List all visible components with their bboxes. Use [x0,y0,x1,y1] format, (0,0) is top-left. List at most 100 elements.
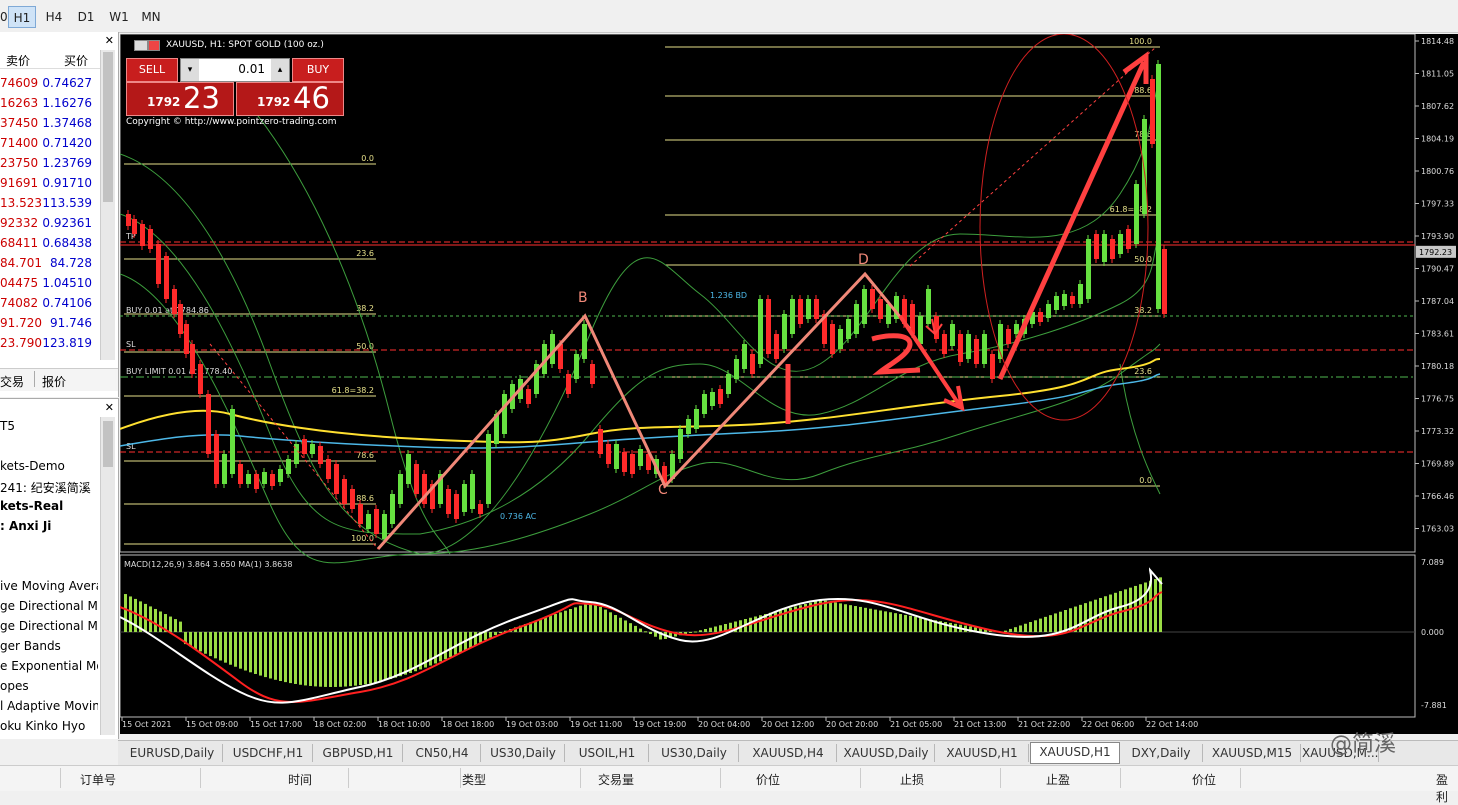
fib-level-label: 23.6 [356,249,374,258]
chart-tab[interactable]: US30,Daily [650,744,739,762]
macd-histogram-bar [124,594,127,632]
symbol-row[interactable]: 16263 1.16276 [0,96,100,116]
lot-size-value[interactable]: 0.01 [203,62,265,76]
symbol-row[interactable]: 13.523 113.539 [0,196,100,216]
navigator-item[interactable]: kets-Demo [0,459,98,473]
macd-histogram-bar [299,632,302,685]
navigator-item[interactable]: e Exponential Mo [0,659,98,673]
chevron-down-icon[interactable]: ▾ [181,59,199,81]
tab-trading[interactable]: 交易 [0,373,24,390]
symbol-row[interactable]: 23750 1.23769 [0,156,100,176]
chart-tab[interactable]: CN50,H4 [404,744,481,762]
candle-body [1054,296,1059,310]
sell-button[interactable]: SELL [126,58,178,82]
macd-histogram-bar [359,632,362,686]
navigator-scrollbar[interactable] [100,417,115,735]
navigator-item[interactable]: T5 [0,419,98,433]
chart-tab[interactable]: XAUUSD,M15 [1204,744,1301,762]
market-watch-scrollbar[interactable] [100,50,115,360]
symbol-row[interactable]: 04475 1.04510 [0,276,100,296]
symbol-row[interactable]: 71400 0.71420 [0,136,100,156]
macd-histogram-bar [304,632,307,686]
chevron-up-icon[interactable]: ▴ [271,59,289,81]
sell-price-box[interactable]: 1792 23 [126,81,234,116]
navigator-item[interactable]: : Anxi Ji [0,519,98,533]
column-header[interactable]: 止损 [900,771,924,788]
macd-histogram-bar [154,608,157,632]
navigator-item[interactable]: ge Directional Mo [0,599,98,613]
symbol-row[interactable]: 23.790 123.819 [0,336,100,356]
ask-price: 0.74106 [42,296,92,310]
price-tick-label: 1793.90 [1421,232,1454,241]
close-icon[interactable]: ✕ [105,401,114,414]
navigator-item[interactable]: kets-Real [0,499,98,513]
chart-tab[interactable]: DXY,Daily [1120,744,1203,762]
chart-tab[interactable]: USDCHF,H1 [224,744,313,762]
symbol-row[interactable]: 37450 1.37468 [0,116,100,136]
candle-body [132,219,137,234]
column-header[interactable]: 价位 [756,771,780,788]
scroll-thumb[interactable] [103,52,113,202]
buy-button[interactable]: BUY [292,58,344,82]
candle-body [462,484,467,512]
candle-body [1038,312,1043,322]
time-tick-label: 21 Oct 22:00 [1018,720,1070,729]
navigator-item[interactable]: ger Bands [0,639,98,653]
chart-tab[interactable]: XAUUSD,H1 [1030,742,1120,764]
bid-price: 23750 [0,156,39,170]
chart-tab[interactable]: XAUUSD,H4 [740,744,837,762]
tf-button-h4[interactable]: H4 [40,6,68,28]
candle-body [486,434,491,504]
chart-tab[interactable]: XAUUSD,H1 [936,744,1029,762]
buy-price-box[interactable]: 1792 46 [236,81,344,116]
navigator-item[interactable]: l Adaptive Movin [0,699,98,713]
bid-price: 37450 [0,116,39,130]
macd-histogram-bar [884,611,887,632]
candle-body [350,489,355,509]
chart-tab[interactable]: USOIL,H1 [566,744,649,762]
lot-size-stepper[interactable]: ▾ 0.01 ▴ [180,58,290,82]
column-header[interactable]: 类型 [462,771,486,788]
navigator-item[interactable]: oku Kinko Hyo [0,719,98,733]
tf-button-0[interactable]: 0 [0,6,8,28]
candle-body [1006,329,1011,344]
close-icon[interactable]: ✕ [105,34,114,47]
column-header[interactable]: 止盈 [1046,771,1070,788]
symbol-row[interactable]: 74082 0.74106 [0,296,100,316]
candle-body [566,374,571,394]
column-header[interactable]: 盈利 [1436,771,1458,805]
chart-tab[interactable]: GBPUSD,H1 [314,744,403,762]
symbol-row[interactable]: 92332 0.92361 [0,216,100,236]
tab-quotes[interactable]: 报价 [42,373,66,390]
tf-button-w1[interactable]: W1 [104,6,134,28]
symbol-row[interactable]: 84.701 84.728 [0,256,100,276]
tf-button-h1[interactable]: H1 [8,6,36,28]
symbol-row[interactable]: 68411 0.68438 [0,236,100,256]
column-header[interactable]: 时间 [288,771,312,788]
scroll-thumb[interactable] [103,421,113,467]
navigator-item[interactable]: opes [0,679,98,693]
candle-body [390,494,395,524]
price-chart[interactable]: 1814.48 1811.05 1807.62 1804.19 1800.76 1797.… [120,34,1458,734]
candle-body [1118,234,1123,254]
macd-histogram-bar [344,632,347,687]
tf-button-d1[interactable]: D1 [72,6,100,28]
column-header[interactable]: 价位 [1192,771,1216,788]
macd-histogram-bar [269,632,272,679]
chart-tab[interactable]: US30,Daily [482,744,565,762]
navigator-item[interactable]: 241: 纪安溪简溪 [0,479,98,496]
macd-histogram-bar [449,632,452,657]
chart-tab[interactable]: XAUUSD,Daily [838,744,935,762]
column-header[interactable]: 交易量 [598,771,634,788]
symbol-row[interactable]: 74609 0.74627 [0,76,100,96]
candle-body [374,509,379,534]
symbol-row[interactable]: 91.720 91.746 [0,316,100,336]
chart-tab[interactable]: EURUSD,Daily [122,744,223,762]
symbol-row[interactable]: 91691 0.91710 [0,176,100,196]
navigator-item[interactable]: ge Directional Mo [0,619,98,633]
column-header[interactable]: 订单号 [80,771,116,788]
macd-histogram-bar [824,600,827,632]
macd-histogram-bar [324,632,327,687]
navigator-item[interactable]: ive Moving Avera [0,579,98,593]
tf-button-mn[interactable]: MN [136,6,166,28]
